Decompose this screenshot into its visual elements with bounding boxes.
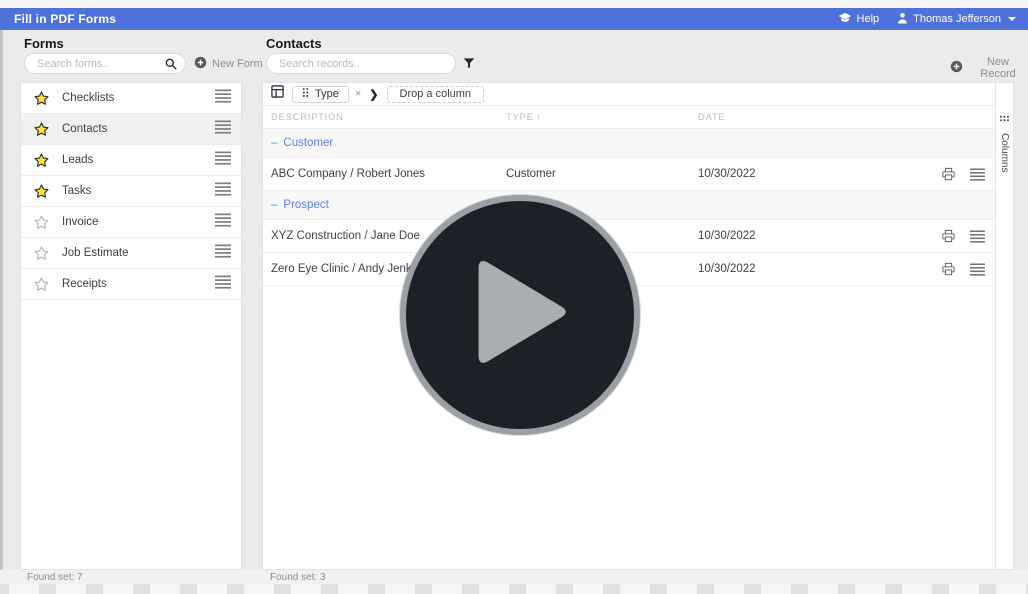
search-icon[interactable] [164, 57, 178, 76]
group-bar-label: Customer [283, 137, 334, 149]
menu-lines-icon[interactable] [215, 213, 231, 232]
new-record-label: New Record [980, 56, 1016, 80]
group-bar: – Customer [263, 129, 995, 158]
forms-list-item-label: Leads [62, 154, 94, 166]
forms-list-item-label: Contacts [62, 123, 108, 135]
forms-list-item-label: Tasks [62, 185, 92, 197]
records-search-input[interactable] [266, 53, 456, 74]
record-row[interactable]: ABC Company / Robert Jones Customer 10/3… [263, 158, 995, 191]
forms-list-item-label: Invoice [62, 216, 99, 228]
plus-circle-icon [194, 56, 207, 72]
record-date: 10/30/2022 [698, 263, 756, 275]
forms-list-item[interactable]: Leads [21, 145, 241, 176]
column-header-description[interactable]: Description [263, 112, 506, 123]
group-toolbar: Type × ❯ Drop a column [263, 83, 995, 106]
print-icon[interactable] [941, 167, 956, 181]
group-chip-label: Type [315, 88, 339, 100]
forms-list-item[interactable]: Contacts [21, 114, 241, 145]
star-icon[interactable] [33, 214, 50, 231]
group-by-icon[interactable] [271, 85, 284, 103]
drag-dots-icon [302, 87, 309, 101]
new-form-label: New Form [212, 58, 263, 70]
star-icon[interactable] [33, 90, 50, 107]
forms-found-set: Found set: 7 [27, 572, 83, 583]
star-icon[interactable] [33, 121, 50, 138]
menu-lines-icon[interactable] [215, 275, 231, 294]
window-left-edge [0, 30, 3, 594]
column-header-type[interactable]: Type ↑ [506, 112, 698, 123]
record-date: 10/30/2022 [698, 168, 756, 180]
user-menu[interactable]: Thomas Jefferson [897, 12, 1016, 27]
contacts-panel-title: Contacts [266, 36, 322, 51]
forms-list-item[interactable]: Invoice [21, 207, 241, 238]
record-type: Customer [506, 168, 556, 180]
forms-list-item-label: Job Estimate [62, 247, 129, 259]
user-icon [897, 12, 908, 27]
columns-tab-label: Columns [999, 133, 1010, 173]
play-icon [465, 253, 575, 378]
menu-lines-icon[interactable] [215, 244, 231, 263]
sort-asc-icon: ↑ [535, 111, 542, 123]
record-description: ABC Company / Robert Jones [271, 168, 426, 180]
remove-group-icon[interactable]: × [355, 88, 361, 100]
status-footer [0, 570, 1028, 584]
record-row[interactable]: XYZ Construction / Jane Doe 10/30/2022 [263, 220, 995, 253]
menu-lines-icon[interactable] [215, 151, 231, 170]
chevron-right-icon[interactable]: ❯ [369, 88, 378, 101]
star-icon[interactable] [33, 245, 50, 262]
help-link[interactable]: Help [838, 12, 880, 26]
star-icon[interactable] [33, 276, 50, 293]
collapse-group-toggle[interactable]: – [271, 137, 277, 149]
video-scrubber[interactable] [0, 584, 1028, 594]
help-label: Help [856, 13, 880, 25]
column-header-date[interactable]: Date [698, 112, 995, 123]
menu-lines-icon[interactable] [215, 89, 231, 108]
forms-list-item[interactable]: Checklists [21, 83, 241, 114]
forms-list-item[interactable]: Receipts [21, 269, 241, 300]
graduation-cap-icon [838, 12, 852, 26]
filter-funnel-icon[interactable] [462, 56, 476, 75]
plus-circle-icon [950, 60, 963, 76]
columns-tab[interactable]: Columns [995, 83, 1013, 569]
forms-search-input[interactable] [24, 53, 186, 74]
menu-lines-icon[interactable] [215, 182, 231, 201]
star-icon[interactable] [33, 152, 50, 169]
grid-dots-icon [999, 109, 1010, 127]
collapse-group-toggle[interactable]: – [271, 199, 277, 211]
app-header: Fill in PDF Forms Help Thomas Jefferson [0, 8, 1028, 30]
forms-list-item[interactable]: Job Estimate [21, 238, 241, 269]
records-found-set: Found set: 3 [270, 572, 326, 583]
group-chip-type[interactable]: Type [292, 85, 349, 103]
record-date: 10/30/2022 [698, 230, 756, 242]
group-bar: – Prospect [263, 191, 995, 220]
print-icon[interactable] [941, 229, 956, 243]
window-top-strip [0, 0, 1028, 8]
menu-lines-icon[interactable] [215, 120, 231, 139]
row-menu-icon[interactable] [970, 167, 985, 181]
row-menu-icon[interactable] [970, 262, 985, 276]
chevron-down-icon [1008, 17, 1016, 21]
forms-list-item[interactable]: Tasks [21, 176, 241, 207]
forms-panel-title: Forms [24, 36, 64, 51]
star-icon[interactable] [33, 183, 50, 200]
forms-list-item-label: Checklists [62, 92, 115, 104]
row-menu-icon[interactable] [970, 229, 985, 243]
table-body: – Customer ABC Company / Robert Jones Cu… [263, 129, 995, 286]
group-bar-label: Prospect [283, 199, 329, 211]
user-name: Thomas Jefferson [913, 13, 1001, 25]
drop-column-target[interactable]: Drop a column [386, 85, 485, 103]
new-record-button[interactable]: New Record [950, 56, 1028, 80]
app-title: Fill in PDF Forms [14, 12, 117, 26]
print-icon[interactable] [941, 262, 956, 276]
video-play-button[interactable] [400, 195, 640, 435]
forms-list-item-label: Receipts [62, 278, 107, 290]
forms-list: Checklists Contacts Leads Tasks Invoice … [20, 82, 242, 570]
table-header: Description Type ↑ Date [263, 106, 995, 129]
new-form-button[interactable]: New Form [194, 56, 263, 72]
